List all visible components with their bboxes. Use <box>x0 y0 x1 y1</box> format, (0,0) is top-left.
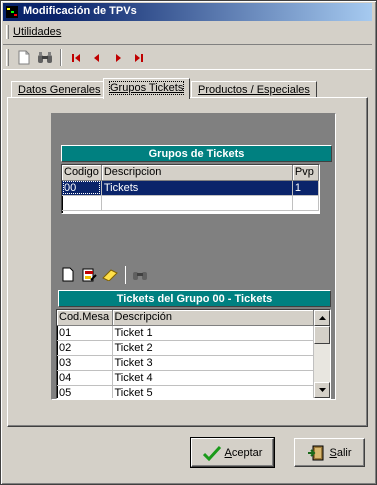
toolbar-separator <box>60 49 62 66</box>
tickets-new-button[interactable] <box>58 265 78 285</box>
checkmark-icon <box>202 445 221 461</box>
groups-header: Grupos de Tickets <box>61 145 332 162</box>
scroll-thumb[interactable] <box>314 326 330 344</box>
document-icon <box>18 50 30 65</box>
app-icon <box>6 6 18 18</box>
tickets-search-button[interactable] <box>130 265 150 285</box>
title-bar[interactable]: Modificación de TPVs <box>3 3 372 21</box>
tickets-delete-button[interactable] <box>100 265 120 285</box>
window-title: Modificación de TPVs <box>23 5 137 17</box>
groups-table: Codigo Descripcion Pvp 00 Tickets 1 <box>62 165 319 211</box>
column-codigo[interactable]: Codigo <box>62 165 102 181</box>
menu-bar: Utilidades <box>3 23 372 42</box>
cell-pvp: 1 <box>292 180 319 196</box>
table-row[interactable]: 03 Ticket 3 <box>57 355 314 371</box>
tickets-header-row: Cod.Mesa Descripción <box>57 310 314 326</box>
tickets-toolbar <box>58 263 150 286</box>
tickets-header: Tickets del Grupo 00 - Tickets <box>58 290 331 307</box>
previous-record-button[interactable] <box>87 48 107 67</box>
eraser-icon <box>102 268 118 281</box>
tickets-toolbar-separator <box>124 265 126 284</box>
scroll-up-button[interactable] <box>314 310 330 326</box>
menu-utilidades[interactable]: Utilidades <box>13 26 61 38</box>
next-icon <box>116 53 121 62</box>
arrow-up-icon <box>318 316 326 320</box>
tab-grupos-tickets[interactable]: Grupos Tickets <box>103 78 191 99</box>
table-row[interactable]: 02 Ticket 2 <box>57 340 314 356</box>
table-row[interactable]: 04 Ticket 4 <box>57 370 314 386</box>
table-row-empty[interactable] <box>62 195 319 211</box>
column-descripcion[interactable]: Descripcion <box>101 165 293 181</box>
table-row[interactable]: 00 Tickets 1 <box>62 180 319 196</box>
column-cod-mesa[interactable]: Cod.Mesa <box>57 310 113 326</box>
cell-descripcion: Tickets <box>101 180 293 196</box>
cell-codigo: 00 <box>62 180 102 196</box>
first-record-button[interactable] <box>66 48 86 67</box>
binoculars-icon <box>38 51 52 63</box>
accept-button[interactable]: Aceptar <box>190 437 275 468</box>
binoculars-icon <box>133 271 147 280</box>
new-document-icon <box>62 267 74 282</box>
toolbar <box>3 44 372 70</box>
column-pvp[interactable]: Pvp <box>292 165 319 181</box>
arrow-down-icon <box>318 388 326 392</box>
tickets-scrollbar[interactable] <box>314 310 330 398</box>
toolbar-grip <box>6 49 9 66</box>
exit-label: Salir <box>329 446 352 459</box>
exit-button[interactable]: Salir <box>294 438 365 467</box>
menubar-grip <box>6 25 9 39</box>
groups-grid[interactable]: Codigo Descripcion Pvp 00 Tickets 1 <box>61 164 320 214</box>
next-record-button[interactable] <box>108 48 128 67</box>
table-row[interactable]: 01 Ticket 1 <box>57 325 314 341</box>
previous-icon <box>94 53 99 62</box>
print-preview-button[interactable] <box>14 48 34 67</box>
last-record-button[interactable] <box>129 48 149 67</box>
scroll-down-button[interactable] <box>314 382 330 398</box>
last-icon <box>135 53 143 62</box>
table-row[interactable]: 05 Ticket 5 <box>57 385 314 398</box>
groups-header-row: Codigo Descripcion Pvp <box>62 165 319 181</box>
exit-door-icon <box>308 445 324 460</box>
edit-records-icon <box>82 268 97 281</box>
accept-label: Aceptar <box>224 446 263 459</box>
column-descripcion[interactable]: Descripción <box>112 310 314 326</box>
tickets-grid[interactable]: Cod.Mesa Descripción 01 Ticket 1 02 Ticket… <box>56 309 331 399</box>
tickets-table: Cod.Mesa Descripción 01 Ticket 1 02 Ticket… <box>57 310 314 398</box>
first-icon <box>72 53 80 62</box>
find-button[interactable] <box>35 48 55 67</box>
tickets-edit-button[interactable] <box>79 265 99 285</box>
